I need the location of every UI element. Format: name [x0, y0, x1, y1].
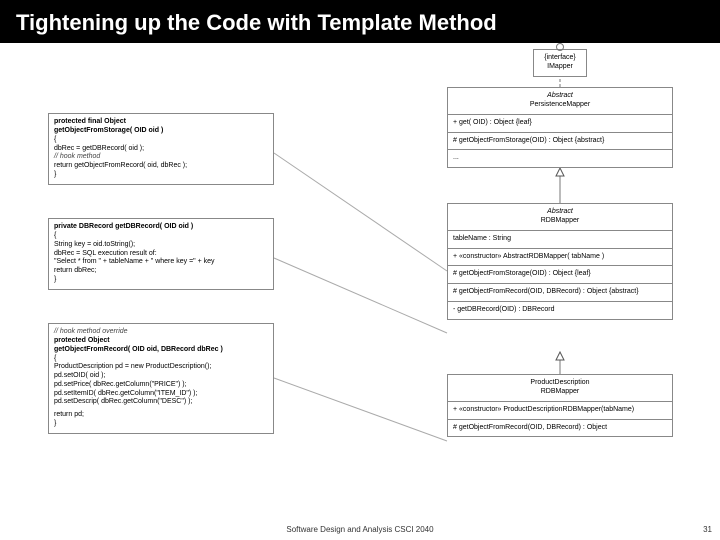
slide-footer: Software Design and Analysis CSCI 2040: [0, 525, 720, 534]
uml-imapper: {interface}IMapper: [533, 49, 587, 77]
page-number: 31: [703, 525, 712, 534]
code-getdbrecord: private DBRecord getDBRecord( OID oid ) …: [48, 218, 274, 289]
uml-rdb-mapper: AbstractRDBMapper tableName : String + «…: [447, 203, 673, 319]
code-template-method: protected final Object getObjectFromStor…: [48, 113, 274, 184]
uml-persistence-mapper: AbstractPersistenceMapper + get( OID) : …: [447, 87, 673, 168]
uml-diagram: {interface}IMapper AbstractPersistenceMa…: [0, 43, 720, 493]
slide-title: Tightening up the Code with Template Met…: [0, 0, 720, 43]
code-hook-override: // hook method override protected Object…: [48, 323, 274, 433]
uml-product-mapper: ProductDescriptionRDBMapper + «construct…: [447, 374, 673, 437]
